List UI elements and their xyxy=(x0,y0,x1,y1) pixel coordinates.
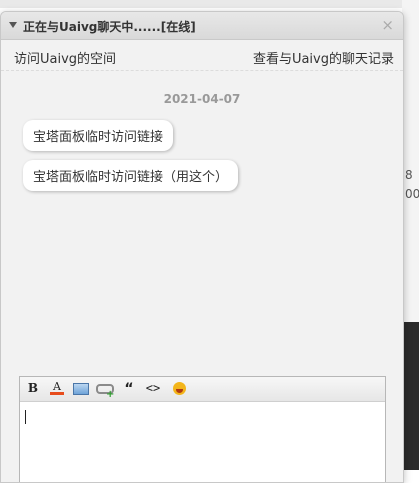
message-input[interactable] xyxy=(20,402,385,482)
font-color-icon[interactable]: A xyxy=(48,381,66,397)
link-icon[interactable]: + xyxy=(96,381,115,400)
font-color-letter: A xyxy=(53,380,61,393)
bold-icon[interactable]: B xyxy=(24,381,42,397)
emoji-icon[interactable] xyxy=(170,381,188,397)
chat-history-link[interactable]: 查看与Uaivg的聊天记录 xyxy=(253,48,394,67)
background-strip xyxy=(0,0,419,8)
message-bubble[interactable]: 宝塔面板临时访问链接 xyxy=(23,120,174,151)
text-caret xyxy=(25,410,26,424)
close-icon[interactable]: × xyxy=(381,16,394,34)
chat-link-bar: 访问Uaivg的空间 查看与Uaivg的聊天记录 xyxy=(1,40,403,71)
chat-window: 正在与Uaivg聊天中......[在线] × 访问Uaivg的空间 查看与Ua… xyxy=(0,11,404,483)
link-plus-glyph: + xyxy=(106,389,115,400)
message-bubble[interactable]: 宝塔面板临时访问链接（用这个） xyxy=(23,160,239,191)
visit-space-link[interactable]: 访问Uaivg的空间 xyxy=(14,48,116,67)
editor-toolbar: B A + “ <> xyxy=(20,377,385,402)
emoji-mouth xyxy=(175,389,183,393)
collapse-arrow-icon[interactable] xyxy=(9,22,17,28)
message-editor: B A + “ <> xyxy=(19,376,386,482)
background-digit: 00 xyxy=(405,187,419,201)
background-digit: 8 xyxy=(405,168,413,182)
image-glyph xyxy=(73,383,89,395)
emoji-face-glyph xyxy=(172,382,186,395)
chat-titlebar[interactable]: 正在与Uaivg聊天中......[在线] × xyxy=(1,12,403,40)
message-date: 2021-04-07 xyxy=(163,92,241,106)
image-icon[interactable] xyxy=(72,381,90,397)
quote-icon[interactable]: “ xyxy=(120,381,138,397)
code-icon[interactable]: <> xyxy=(144,381,162,397)
chat-title: 正在与Uaivg聊天中......[在线] xyxy=(23,20,196,34)
